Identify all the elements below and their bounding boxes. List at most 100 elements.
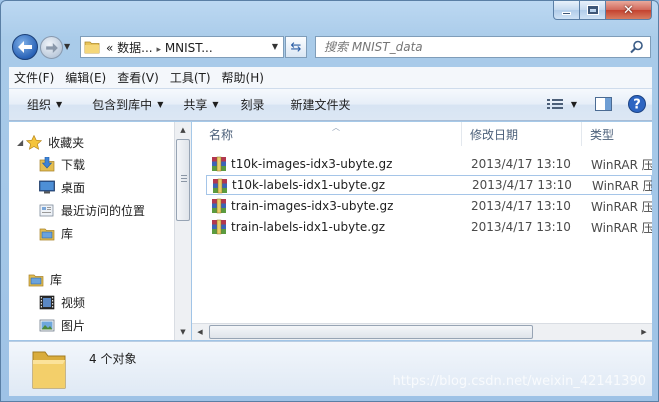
menu-view[interactable]: 查看(V) xyxy=(112,69,164,86)
chevron-down-icon: ▼ xyxy=(570,99,577,109)
nav-item-recent-places[interactable]: 最近访问的位置 xyxy=(39,200,145,220)
back-button[interactable] xyxy=(12,34,38,60)
nav-scrollbar[interactable]: ▲ ▼ xyxy=(174,122,191,340)
file-row[interactable]: train-labels-idx1-ubyte.gz 2013/4/17 13:… xyxy=(206,217,652,237)
new-folder-button[interactable]: 新建文件夹 xyxy=(275,89,361,120)
column-date-label: 修改日期 xyxy=(470,127,519,142)
menu-tools[interactable]: 工具(T) xyxy=(165,69,216,86)
scroll-down-icon[interactable]: ▼ xyxy=(175,324,191,340)
view-details-icon xyxy=(546,99,563,109)
file-type: WinRAR 压 xyxy=(592,178,652,193)
close-icon: ✕ xyxy=(623,2,634,18)
maximize-button[interactable] xyxy=(580,1,606,20)
expand-arrow-icon[interactable]: ◢ xyxy=(17,138,23,147)
refresh-button[interactable]: ⇆ xyxy=(285,36,307,58)
file-name: train-labels-idx1-ubyte.gz xyxy=(231,220,386,234)
menu-bar: 文件(F) 编辑(E) 查看(V) 工具(T) 帮助(H) xyxy=(9,67,652,88)
address-bar[interactable]: « 数据... ▸ MNIST... ▼ xyxy=(80,36,284,58)
nav-item-downloads[interactable]: 下载 xyxy=(39,154,85,174)
file-row[interactable]: train-images-idx3-ubyte.gz 2013/4/17 13:… xyxy=(206,196,652,216)
chevron-down-icon: ▼ xyxy=(56,100,63,109)
horizontal-scrollbar[interactable]: ◀ ▶ xyxy=(192,323,652,340)
recent-pages-dropdown[interactable]: ▼ xyxy=(64,42,73,51)
view-controls: ▼ ? xyxy=(546,95,646,113)
close-button[interactable]: ✕ xyxy=(606,1,652,20)
chevron-down-icon: ▼ xyxy=(64,42,71,51)
column-header-date[interactable]: 修改日期 xyxy=(462,122,582,146)
menu-file[interactable]: 文件(F) xyxy=(9,69,59,86)
desktop-icon xyxy=(39,180,55,194)
minimize-button[interactable] xyxy=(553,1,580,20)
file-type: WinRAR 压 xyxy=(591,220,652,235)
nav-item-label: 桌面 xyxy=(61,180,86,195)
help-icon[interactable]: ? xyxy=(628,95,646,113)
arrow-left-icon xyxy=(18,41,32,53)
burn-button[interactable]: 刻录 xyxy=(229,89,275,120)
column-header-type[interactable]: 类型 xyxy=(582,122,652,146)
scroll-thumb[interactable] xyxy=(176,139,190,221)
file-list: ︿ 名称 修改日期 类型 t10k-images-idx3-ubyte.gz 2… xyxy=(192,122,652,340)
nav-item-desktop[interactable]: 桌面 xyxy=(39,177,85,197)
folder-icon xyxy=(84,41,100,54)
winrar-archive-icon xyxy=(212,219,226,235)
search-box[interactable] xyxy=(315,36,651,58)
burn-label: 刻录 xyxy=(240,98,265,112)
library-icon xyxy=(39,228,55,240)
file-type: WinRAR 压 xyxy=(591,199,652,214)
breadcrumb-item[interactable]: 数据... xyxy=(117,41,152,55)
scroll-right-icon[interactable]: ▶ xyxy=(636,324,652,340)
file-row-selected[interactable]: t10k-labels-idx1-ubyte.gz 2013/4/17 13:1… xyxy=(206,175,652,195)
downloads-folder-icon xyxy=(39,156,55,171)
winrar-archive-icon xyxy=(212,156,226,172)
nav-item-videos[interactable]: 视频 xyxy=(39,292,85,312)
share-button[interactable]: 共享 ▼ xyxy=(173,89,228,120)
scroll-left-icon[interactable]: ◀ xyxy=(192,324,208,340)
nav-favorites[interactable]: ◢ 收藏夹 xyxy=(17,132,84,152)
star-icon xyxy=(26,134,43,150)
address-dropdown-icon[interactable]: ▼ xyxy=(272,42,278,51)
command-bar: 组织 ▼ 包含到库中 ▼ 共享 ▼ 刻录 新建文件夹 ▼ ? xyxy=(9,88,652,121)
breadcrumb-item[interactable]: MNIST... xyxy=(165,41,213,55)
nav-item-label: 库 xyxy=(61,226,74,241)
nav-libraries[interactable]: 库 xyxy=(28,269,62,289)
file-date: 2013/4/17 13:10 xyxy=(472,178,572,192)
menu-help[interactable]: 帮助(H) xyxy=(217,69,269,86)
column-type-label: 类型 xyxy=(590,127,615,142)
nav-item-label: 最近访问的位置 xyxy=(61,203,146,218)
column-name-label: 名称 xyxy=(209,127,234,142)
file-type: WinRAR 压 xyxy=(591,157,652,172)
include-in-library-label: 包含到库中 xyxy=(92,98,153,112)
file-name: t10k-labels-idx1-ubyte.gz xyxy=(232,178,386,192)
nav-item-library-fav[interactable]: 库 xyxy=(39,223,73,243)
file-name: train-images-idx3-ubyte.gz xyxy=(231,199,394,213)
file-date: 2013/4/17 13:10 xyxy=(471,157,571,171)
video-icon xyxy=(39,295,55,309)
nav-item-pictures[interactable]: 图片 xyxy=(39,315,85,335)
explorer-window: ✕ ▼ « 数据... ▸ MNIST... ▼ ⇆ 文件(F) 编辑(E) 查… xyxy=(0,0,659,402)
search-input[interactable] xyxy=(324,40,624,54)
refresh-icon: ⇆ xyxy=(290,39,302,55)
organize-button[interactable]: 组织 ▼ xyxy=(9,89,72,120)
menu-edit[interactable]: 编辑(E) xyxy=(60,69,111,86)
nav-favorites-label: 收藏夹 xyxy=(48,135,85,150)
breadcrumb[interactable]: « 数据... ▸ MNIST... xyxy=(106,39,213,56)
scroll-up-icon[interactable]: ▲ xyxy=(175,122,191,138)
scroll-thumb[interactable] xyxy=(209,325,533,339)
recent-places-icon xyxy=(39,204,54,216)
svg-text:?: ? xyxy=(633,98,641,113)
file-row[interactable]: t10k-images-idx3-ubyte.gz 2013/4/17 13:1… xyxy=(206,154,652,174)
organize-label: 组织 xyxy=(27,98,52,112)
pictures-icon xyxy=(39,319,55,331)
preview-pane-icon[interactable] xyxy=(595,97,612,111)
change-view-button[interactable]: ▼ xyxy=(546,98,577,110)
forward-button[interactable] xyxy=(40,36,63,59)
share-label: 共享 xyxy=(183,98,208,112)
file-date: 2013/4/17 13:10 xyxy=(471,199,571,213)
watermark: https://blog.csdn.net/weixin_42141390 xyxy=(392,374,646,389)
breadcrumb-separator[interactable]: ▸ xyxy=(156,45,161,55)
column-header-name[interactable]: 名称 xyxy=(192,122,462,146)
include-in-library-button[interactable]: 包含到库中 ▼ xyxy=(72,89,173,120)
chevron-down-icon: ▼ xyxy=(157,100,164,109)
maximize-icon xyxy=(587,6,598,14)
breadcrumb-overflow[interactable]: « xyxy=(106,41,113,55)
